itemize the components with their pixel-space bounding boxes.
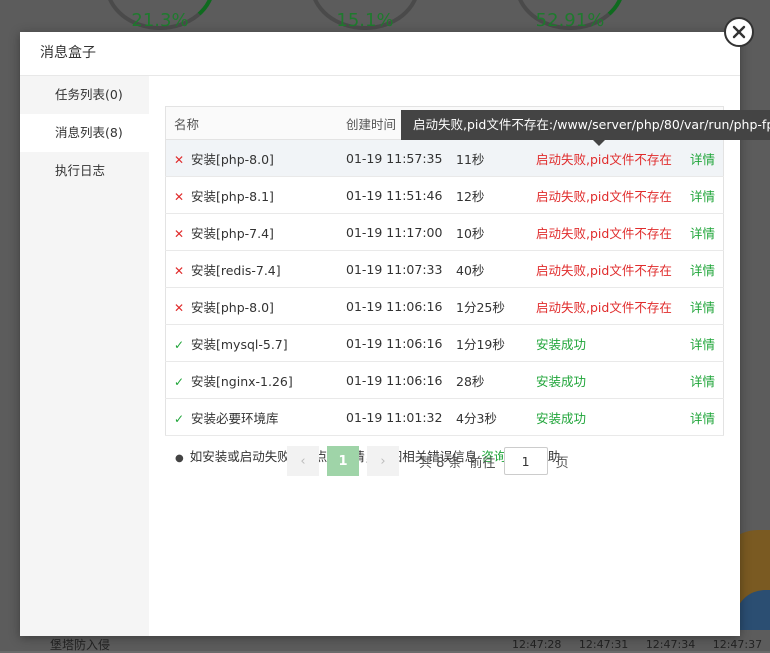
row-action-cell: 详情 bbox=[676, 361, 724, 399]
row-name-cell: ✕ 安装[php-8.0] bbox=[165, 139, 346, 177]
row-name-cell: ✓ 安装[mysql-5.7] bbox=[165, 324, 346, 362]
cross-icon: ✕ bbox=[174, 300, 185, 315]
row-name: 安装[php-8.0] bbox=[191, 299, 274, 315]
row-action-cell: 详情 bbox=[676, 139, 724, 177]
row-result[interactable]: 启动失败,pid文件不存在 bbox=[536, 139, 676, 177]
bg-time-axis: 12:47:28 12:47:31 12:47:34 12:47:37 bbox=[512, 638, 763, 651]
row-name: 安装[mysql-5.7] bbox=[191, 336, 288, 352]
sidebar-item-task-list[interactable]: 任务列表(0) bbox=[20, 76, 149, 114]
modal-body: 任务列表(0) 消息列表(8) 执行日志 名称 创建时间 ✕ 安装[php-8.0… bbox=[20, 76, 740, 636]
sidebar-item-message-list[interactable]: 消息列表(8) bbox=[20, 114, 149, 152]
error-tooltip: 启动失败,pid文件不存在:/www/server/php/80/var/run… bbox=[401, 110, 770, 140]
row-time: 01-19 11:06:16 bbox=[346, 361, 456, 399]
detail-link[interactable]: 详情 bbox=[690, 374, 715, 389]
row-time: 01-19 11:17:00 bbox=[346, 213, 456, 251]
table-row: ✕ 安装[redis-7.4] 01-19 11:07:33 40秒 启动失败,pid文… bbox=[165, 250, 724, 288]
row-result: 安装成功 bbox=[536, 361, 676, 399]
row-time: 01-19 11:07:33 bbox=[346, 250, 456, 288]
row-action-cell: 详情 bbox=[676, 324, 724, 362]
bg-stat-cpu: 21.3% bbox=[105, 0, 215, 34]
goto-prefix: 前往 bbox=[469, 455, 496, 471]
modal-title: 消息盒子 bbox=[20, 32, 740, 76]
pagination: ‹ 1 › 共 8 条 前往 页 bbox=[287, 446, 569, 476]
message-content: 名称 创建时间 ✕ 安装[php-8.0] 01-19 11:57:35 11秒 启动失… bbox=[165, 106, 724, 465]
cross-icon: ✕ bbox=[174, 152, 185, 167]
row-result[interactable]: 启动失败,pid文件不存在 bbox=[536, 250, 676, 288]
close-icon bbox=[732, 25, 746, 39]
row-time: 01-19 11:06:16 bbox=[346, 287, 456, 325]
close-button[interactable] bbox=[724, 17, 754, 47]
row-action-cell: 详情 bbox=[676, 213, 724, 251]
detail-link[interactable]: 详情 bbox=[690, 263, 715, 278]
row-duration: 40秒 bbox=[456, 250, 536, 288]
bg-footer-label: 堡塔防入侵 bbox=[50, 638, 111, 652]
row-name-cell: ✕ 安装[php-8.1] bbox=[165, 176, 346, 214]
row-result: 安装成功 bbox=[536, 324, 676, 362]
col-header-name: 名称 bbox=[165, 106, 346, 140]
row-time: 01-19 11:51:46 bbox=[346, 176, 456, 214]
cross-icon: ✕ bbox=[174, 263, 185, 278]
row-duration: 10秒 bbox=[456, 213, 536, 251]
prev-page-button[interactable]: ‹ bbox=[287, 446, 319, 476]
row-name-cell: ✕ 安装[redis-7.4] bbox=[165, 250, 346, 288]
page-1-button[interactable]: 1 bbox=[327, 446, 359, 476]
detail-link[interactable]: 详情 bbox=[690, 226, 715, 241]
table-row: ✓ 安装[nginx-1.26] 01-19 11:06:16 28秒 安装成功 详情 bbox=[165, 361, 724, 399]
row-time: 01-19 11:06:16 bbox=[346, 324, 456, 362]
row-duration: 4分3秒 bbox=[456, 398, 536, 436]
cross-icon: ✕ bbox=[174, 189, 185, 204]
message-table: 名称 创建时间 ✕ 安装[php-8.0] 01-19 11:57:35 11秒 启动失… bbox=[165, 106, 724, 436]
row-time: 01-19 11:57:35 bbox=[346, 139, 456, 177]
next-page-button[interactable]: › bbox=[367, 446, 399, 476]
detail-link[interactable]: 详情 bbox=[690, 300, 715, 315]
table-row: ✓ 安装必要环境库 01-19 11:01:32 4分3秒 安装成功 详情 bbox=[165, 398, 724, 436]
detail-link[interactable]: 详情 bbox=[690, 189, 715, 204]
row-result[interactable]: 启动失败,pid文件不存在 bbox=[536, 213, 676, 251]
row-duration: 28秒 bbox=[456, 361, 536, 399]
detail-link[interactable]: 详情 bbox=[690, 337, 715, 352]
table-row: ✓ 安装[mysql-5.7] 01-19 11:06:16 1分19秒 安装成功 详情 bbox=[165, 324, 724, 362]
detail-link[interactable]: 详情 bbox=[690, 152, 715, 167]
row-name: 安装[php-8.0] bbox=[191, 151, 274, 167]
check-icon: ✓ bbox=[174, 411, 185, 426]
bullet-icon: ● bbox=[175, 453, 184, 464]
table-row: ✕ 安装[php-7.4] 01-19 11:17:00 10秒 启动失败,pid文件不… bbox=[165, 213, 724, 251]
detail-link[interactable]: 详情 bbox=[690, 411, 715, 426]
modal-sidebar: 任务列表(0) 消息列表(8) 执行日志 bbox=[20, 76, 149, 636]
total-count: 共 8 条 bbox=[419, 455, 462, 471]
check-icon: ✓ bbox=[174, 374, 185, 389]
row-name: 安装[nginx-1.26] bbox=[191, 373, 293, 389]
row-duration: 1分19秒 bbox=[456, 324, 536, 362]
bg-stat-disk: 52.91% bbox=[515, 0, 625, 34]
row-action-cell: 详情 bbox=[676, 176, 724, 214]
row-duration: 12秒 bbox=[456, 176, 536, 214]
table-row: ✕ 安装[php-8.0] 01-19 11:57:35 11秒 启动失败,pid文件不… bbox=[165, 139, 724, 177]
row-name-cell: ✓ 安装[nginx-1.26] bbox=[165, 361, 346, 399]
row-action-cell: 详情 bbox=[676, 398, 724, 436]
row-name: 安装[php-7.4] bbox=[191, 225, 274, 241]
table-row: ✕ 安装[php-8.0] 01-19 11:06:16 1分25秒 启动失败,pid文… bbox=[165, 287, 724, 325]
check-icon: ✓ bbox=[174, 337, 185, 352]
row-duration: 11秒 bbox=[456, 139, 536, 177]
row-result: 安装成功 bbox=[536, 398, 676, 436]
sidebar-item-execution-log[interactable]: 执行日志 bbox=[20, 152, 149, 190]
row-action-cell: 详情 bbox=[676, 250, 724, 288]
goto-page-input[interactable] bbox=[503, 447, 548, 475]
row-action-cell: 详情 bbox=[676, 287, 724, 325]
tooltip-arrow bbox=[593, 140, 605, 146]
row-name: 安装[redis-7.4] bbox=[191, 262, 281, 278]
row-time: 01-19 11:01:32 bbox=[346, 398, 456, 436]
bg-stat-memory: 15.1% bbox=[310, 0, 420, 34]
cross-icon: ✕ bbox=[174, 226, 185, 241]
row-duration: 1分25秒 bbox=[456, 287, 536, 325]
row-name-cell: ✓ 安装必要环境库 bbox=[165, 398, 346, 436]
row-name: 安装[php-8.1] bbox=[191, 188, 274, 204]
row-name-cell: ✕ 安装[php-7.4] bbox=[165, 213, 346, 251]
table-row: ✕ 安装[php-8.1] 01-19 11:51:46 12秒 启动失败,pid文件不… bbox=[165, 176, 724, 214]
row-name: 安装必要环境库 bbox=[191, 410, 279, 426]
goto-suffix: 页 bbox=[555, 455, 569, 471]
row-name-cell: ✕ 安装[php-8.0] bbox=[165, 287, 346, 325]
row-result[interactable]: 启动失败,pid文件不存在 bbox=[536, 287, 676, 325]
row-result[interactable]: 启动失败,pid文件不存在 bbox=[536, 176, 676, 214]
